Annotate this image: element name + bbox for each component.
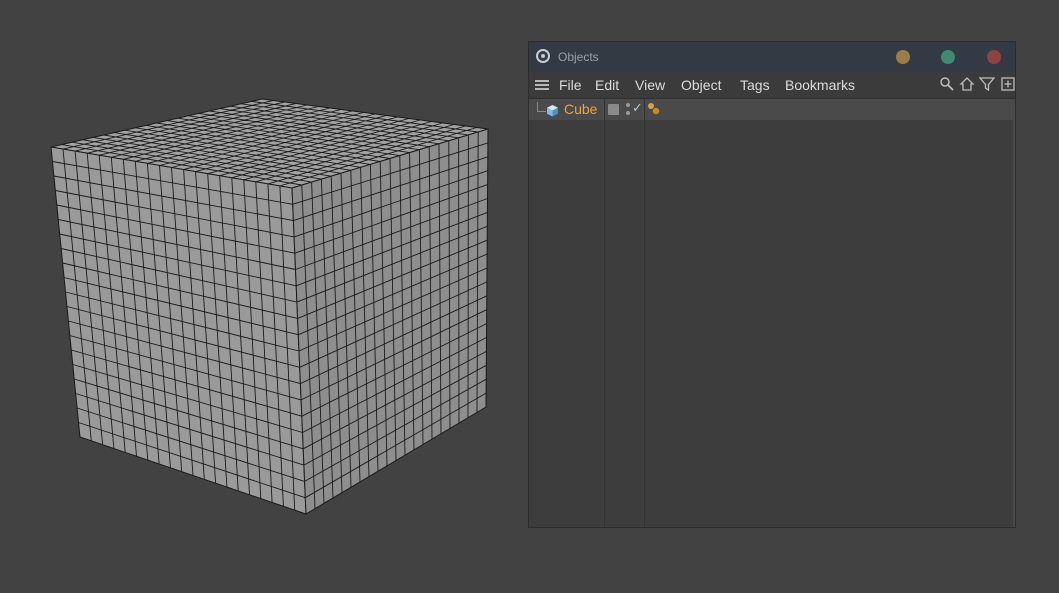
panel-titlebar[interactable]: Objects: [529, 42, 1015, 72]
close-button[interactable]: [987, 50, 1001, 64]
cube-right-face: [291, 128, 489, 515]
cube-icon: [547, 105, 558, 117]
object-tree[interactable]: Cube ✓: [529, 99, 1015, 527]
menu-edit[interactable]: Edit: [595, 76, 619, 94]
filter-icon[interactable]: [979, 76, 995, 92]
enabled-check-icon[interactable]: ✓: [632, 100, 643, 116]
column-divider[interactable]: [644, 99, 645, 527]
tree-row[interactable]: Cube ✓: [529, 99, 1015, 120]
home-icon[interactable]: [959, 76, 975, 92]
object-name-cube[interactable]: Cube: [564, 101, 597, 117]
objects-panel: Objects File Edit View Object Tags Bookm…: [528, 41, 1016, 528]
panel-title: Objects: [558, 50, 599, 64]
material-tag-icon[interactable]: [647, 102, 661, 116]
minimize-button[interactable]: [896, 50, 910, 64]
new-window-icon[interactable]: [1000, 76, 1016, 92]
menu-tags[interactable]: Tags: [740, 76, 770, 94]
objects-manager-icon: [536, 49, 550, 63]
hamburger-menu-icon[interactable]: [535, 80, 549, 91]
search-icon[interactable]: [939, 76, 955, 92]
editor-visibility-icon[interactable]: [608, 104, 619, 115]
menu-bookmarks[interactable]: Bookmarks: [785, 76, 855, 94]
panel-scroll-edge: [1013, 99, 1015, 527]
menu-bar: File Edit View Object Tags Bookmarks: [529, 72, 1015, 99]
cube-front-face: [50, 146, 307, 515]
menu-view[interactable]: View: [635, 76, 665, 94]
visibility-dots-icon[interactable]: [626, 103, 630, 115]
tree-connector: [537, 102, 546, 112]
menu-object[interactable]: Object: [681, 76, 721, 94]
maximize-button[interactable]: [941, 50, 955, 64]
column-divider[interactable]: [604, 99, 605, 527]
menu-file[interactable]: File: [559, 76, 582, 94]
